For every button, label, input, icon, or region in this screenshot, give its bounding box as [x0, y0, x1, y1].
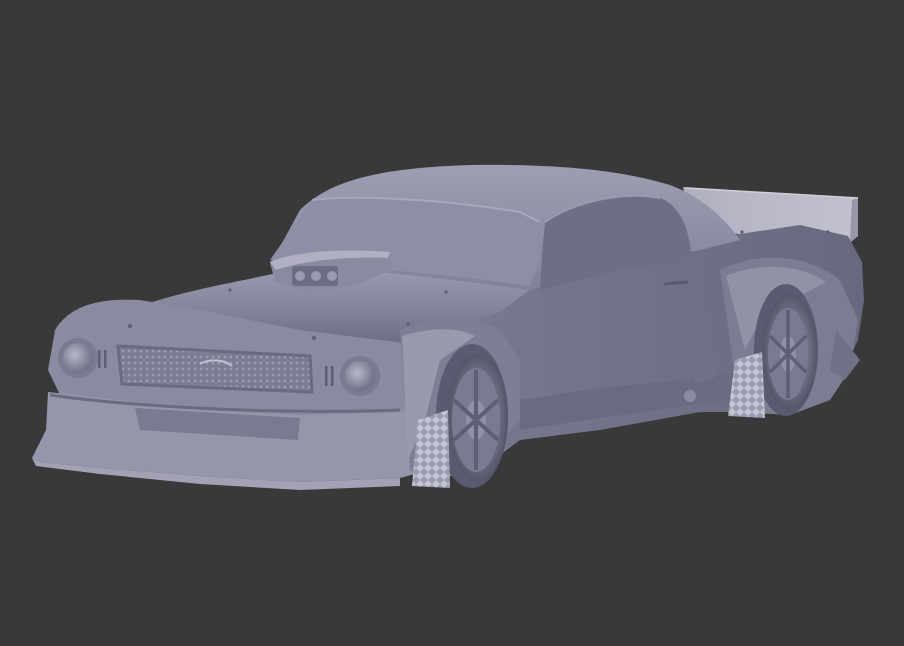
door-handle — [664, 280, 689, 286]
car-model-icon[interactable] — [0, 0, 904, 646]
3d-viewport[interactable] — [0, 0, 904, 646]
